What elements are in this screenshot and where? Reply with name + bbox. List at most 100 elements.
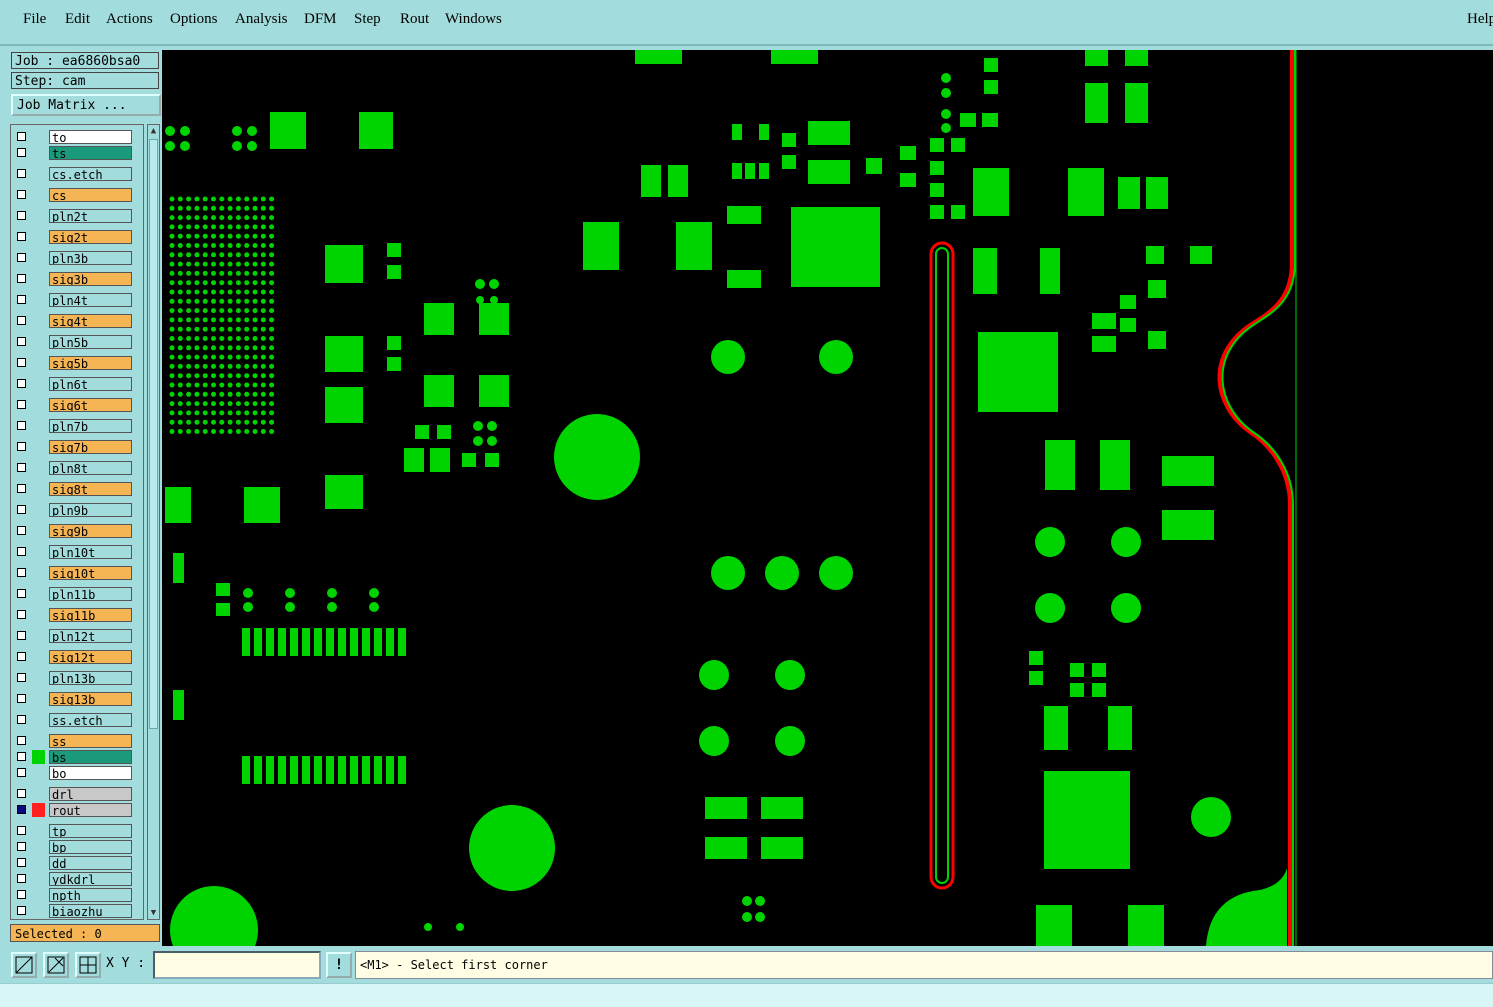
- layer-row-ts[interactable]: ts: [11, 145, 143, 161]
- layer-name[interactable]: sig11b: [49, 608, 132, 622]
- layer-checkbox[interactable]: [17, 169, 26, 178]
- layer-name[interactable]: sig12t: [49, 650, 132, 664]
- layer-name[interactable]: pln5b: [49, 335, 132, 349]
- job-matrix-button[interactable]: Job Matrix ...: [11, 94, 161, 116]
- layer-checkbox[interactable]: [17, 589, 26, 598]
- layer-name[interactable]: rout: [49, 803, 132, 817]
- layer-row-ss-etch[interactable]: ss.etch: [11, 712, 143, 728]
- menu-analysis[interactable]: Analysis: [235, 11, 288, 28]
- layer-name[interactable]: bs: [49, 750, 132, 764]
- layer-name[interactable]: ss.etch: [49, 713, 132, 727]
- layer-name[interactable]: pln7b: [49, 419, 132, 433]
- layer-row-sig9b[interactable]: sig9b: [11, 523, 143, 539]
- layer-name[interactable]: tp: [49, 824, 132, 838]
- menu-step[interactable]: Step: [354, 11, 381, 28]
- layer-row-pln13b[interactable]: pln13b: [11, 670, 143, 686]
- layer-row-pln5b[interactable]: pln5b: [11, 334, 143, 350]
- layer-checkbox[interactable]: [17, 673, 26, 682]
- layer-row-sig13b[interactable]: sig13b: [11, 691, 143, 707]
- layer-checkbox[interactable]: [17, 890, 26, 899]
- layer-name[interactable]: pln11b: [49, 587, 132, 601]
- layer-name[interactable]: pln4t: [49, 293, 132, 307]
- layer-checkbox[interactable]: [17, 253, 26, 262]
- layer-row-sig2t[interactable]: sig2t: [11, 229, 143, 245]
- layer-name[interactable]: ts: [49, 146, 132, 160]
- menu-options[interactable]: Options: [170, 11, 218, 28]
- layer-name[interactable]: pln3b: [49, 251, 132, 265]
- layer-scrollbar[interactable]: ▲ ▼: [147, 124, 160, 920]
- layer-checkbox[interactable]: [17, 694, 26, 703]
- menu-file[interactable]: File: [23, 11, 46, 28]
- layer-row-pln4t[interactable]: pln4t: [11, 292, 143, 308]
- layer-row-sig7b[interactable]: sig7b: [11, 439, 143, 455]
- layer-checkbox[interactable]: [17, 805, 26, 814]
- layer-row-sig5b[interactable]: sig5b: [11, 355, 143, 371]
- layer-row-sig3b[interactable]: sig3b: [11, 271, 143, 287]
- layer-checkbox[interactable]: [17, 715, 26, 724]
- layer-checkbox[interactable]: [17, 295, 26, 304]
- layer-checkbox[interactable]: [17, 652, 26, 661]
- layer-row-cs-etch[interactable]: cs.etch: [11, 166, 143, 182]
- layer-display-color[interactable]: [32, 803, 45, 817]
- layer-checkbox[interactable]: [17, 768, 26, 777]
- layer-row-drl[interactable]: drl: [11, 786, 143, 802]
- menu-actions[interactable]: Actions: [106, 11, 153, 28]
- layer-row-dd[interactable]: dd: [11, 855, 143, 871]
- layer-checkbox[interactable]: [17, 148, 26, 157]
- layer-name[interactable]: sig3b: [49, 272, 132, 286]
- layer-row-bp[interactable]: bp: [11, 839, 143, 855]
- layer-row-pln8t[interactable]: pln8t: [11, 460, 143, 476]
- layer-checkbox[interactable]: [17, 484, 26, 493]
- layer-name[interactable]: biaozhu: [49, 904, 132, 918]
- layer-name[interactable]: npth: [49, 888, 132, 902]
- layer-row-sig6t[interactable]: sig6t: [11, 397, 143, 413]
- layer-row-sig10t[interactable]: sig10t: [11, 565, 143, 581]
- layer-name[interactable]: bo: [49, 766, 132, 780]
- layer-name[interactable]: sig2t: [49, 230, 132, 244]
- layer-checkbox[interactable]: [17, 421, 26, 430]
- layer-row-pln2t[interactable]: pln2t: [11, 208, 143, 224]
- layer-name[interactable]: sig8t: [49, 482, 132, 496]
- layer-row-sig12t[interactable]: sig12t: [11, 649, 143, 665]
- layer-row-sig8t[interactable]: sig8t: [11, 481, 143, 497]
- layer-row-pln12t[interactable]: pln12t: [11, 628, 143, 644]
- layer-row-bo[interactable]: bo: [11, 765, 143, 781]
- layer-row-rout[interactable]: rout: [11, 802, 143, 818]
- layer-checkbox[interactable]: [17, 274, 26, 283]
- menu-windows[interactable]: Windows: [445, 11, 502, 28]
- layer-row-cs[interactable]: cs: [11, 187, 143, 203]
- layer-name[interactable]: sig4t: [49, 314, 132, 328]
- layer-name[interactable]: drl: [49, 787, 132, 801]
- graphic-canvas[interactable]: [162, 50, 1493, 974]
- layer-name[interactable]: sig5b: [49, 356, 132, 370]
- layer-name[interactable]: ss: [49, 734, 132, 748]
- layer-name[interactable]: to: [49, 130, 132, 144]
- layer-checkbox[interactable]: [17, 316, 26, 325]
- menu-help[interactable]: Help: [1467, 11, 1493, 28]
- measure-button[interactable]: [43, 952, 69, 978]
- layer-checkbox[interactable]: [17, 358, 26, 367]
- pcb-view[interactable]: [162, 50, 1493, 974]
- layer-row-pln7b[interactable]: pln7b: [11, 418, 143, 434]
- scroll-thumb[interactable]: [149, 139, 158, 729]
- layer-checkbox[interactable]: [17, 752, 26, 761]
- layer-checkbox[interactable]: [17, 526, 26, 535]
- layer-row-pln9b[interactable]: pln9b: [11, 502, 143, 518]
- menu-dfm[interactable]: DFM: [304, 11, 337, 28]
- layer-name[interactable]: dd: [49, 856, 132, 870]
- layer-checkbox[interactable]: [17, 190, 26, 199]
- layer-name[interactable]: pln12t: [49, 629, 132, 643]
- zoom-area-button[interactable]: [11, 952, 37, 978]
- layer-checkbox[interactable]: [17, 858, 26, 867]
- layer-checkbox[interactable]: [17, 610, 26, 619]
- layer-checkbox[interactable]: [17, 842, 26, 851]
- menu-rout[interactable]: Rout: [400, 11, 429, 28]
- layer-checkbox[interactable]: [17, 826, 26, 835]
- exclaim-button[interactable]: !: [326, 952, 352, 978]
- layer-row-ss[interactable]: ss: [11, 733, 143, 749]
- layer-name[interactable]: pln8t: [49, 461, 132, 475]
- layer-display-color[interactable]: [32, 750, 45, 764]
- layer-checkbox[interactable]: [17, 211, 26, 220]
- layer-checkbox[interactable]: [17, 906, 26, 915]
- layer-name[interactable]: sig7b: [49, 440, 132, 454]
